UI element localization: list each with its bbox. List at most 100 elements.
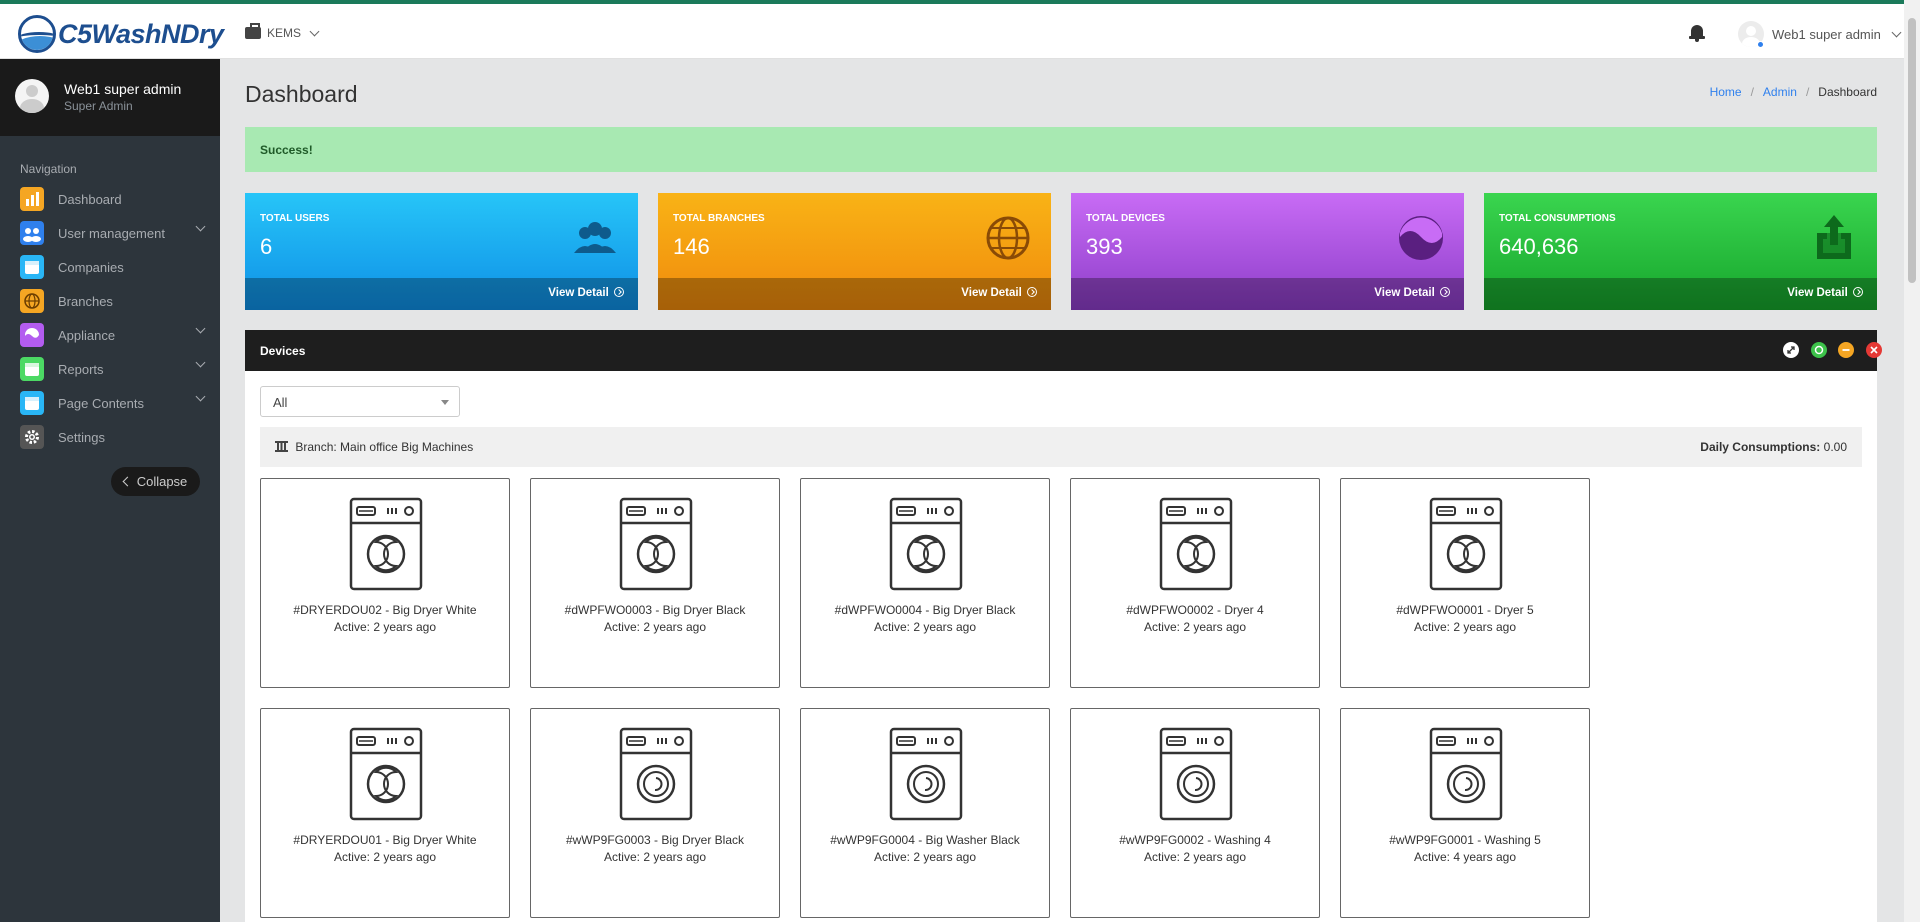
- calendar-icon: [20, 357, 44, 381]
- profile-role: Super Admin: [64, 99, 133, 113]
- view-detail-link[interactable]: View Detail: [1484, 278, 1877, 310]
- page-title: Dashboard: [245, 81, 358, 107]
- arrow-circle-icon: [614, 287, 624, 297]
- close-icon[interactable]: [1866, 342, 1882, 358]
- success-alert: Success!: [245, 127, 1877, 172]
- device-card[interactable]: #dWPFWO0003 - Big Dryer Black Active: 2 y…: [530, 478, 780, 688]
- gear-icon: [20, 425, 44, 449]
- chevron-down-icon: [1891, 27, 1902, 37]
- dryer-icon: [1159, 497, 1233, 591]
- breadcrumb-separator: /: [1750, 85, 1754, 99]
- collapse-sidebar-button[interactable]: Collapse: [111, 467, 200, 496]
- brand-logo[interactable]: C5WashNDry: [18, 15, 224, 53]
- minimize-icon[interactable]: [1838, 342, 1854, 358]
- washing-machine-icon: [1429, 727, 1503, 821]
- dryer-icon: [1429, 497, 1503, 591]
- view-detail-link[interactable]: View Detail: [1071, 278, 1464, 310]
- device-card[interactable]: #wWP9FG0001 - Washing 5 Active: 4 years a…: [1340, 708, 1590, 918]
- calendar-icon: [20, 255, 44, 279]
- device-name: #DRYERDOU01 - Big Dryer White: [293, 833, 477, 847]
- profile-name: Web1 super admin: [64, 81, 182, 97]
- device-name: #dWPFWO0001 - Dryer 5: [1396, 603, 1534, 617]
- device-active-status: Active: 2 years ago: [873, 850, 977, 864]
- device-card[interactable]: #dWPFWO0004 - Big Dryer Black Active: 2 y…: [800, 478, 1050, 688]
- dryer-icon: [619, 497, 693, 591]
- users-icon: [574, 222, 616, 253]
- device-card[interactable]: #DRYERDOU02 - Big Dryer White Active: 2 y…: [260, 478, 510, 688]
- view-detail-label: View Detail: [1787, 287, 1848, 299]
- sidebar-item-settings[interactable]: Settings: [20, 423, 206, 451]
- sidebar-item-user-management[interactable]: User management: [20, 219, 206, 247]
- stat-value: 6: [260, 234, 273, 259]
- sidebar-item-label: Dashboard: [58, 191, 122, 207]
- view-detail-link[interactable]: View Detail: [658, 278, 1051, 310]
- device-card[interactable]: #wWP9FG0004 - Big Washer Black Active: 2 …: [800, 708, 1050, 918]
- select-value: All: [273, 395, 288, 410]
- panel-title: Devices: [260, 344, 306, 358]
- stat-label: TOTAL BRANCHES: [673, 213, 765, 224]
- sidebar-item-appliance[interactable]: Appliance: [20, 321, 206, 349]
- wave-icon: [20, 323, 44, 347]
- view-detail-link[interactable]: View Detail: [245, 278, 638, 310]
- washing-machine-icon: [889, 727, 963, 821]
- sidebar-item-label: User management: [58, 225, 165, 241]
- caret-down-icon: [441, 400, 449, 405]
- stat-card-total-devices: TOTAL DEVICES 393 View Detail: [1071, 193, 1464, 310]
- breadcrumb-home[interactable]: Home: [1710, 85, 1742, 99]
- logo-icon: [18, 15, 56, 53]
- logo-text: C5WashNDry: [58, 18, 224, 49]
- stat-card-total-consumptions: TOTAL CONSUMPTIONS 640,636 View Detail: [1484, 193, 1877, 310]
- sidebar-item-branches[interactable]: Branches: [20, 287, 206, 315]
- stat-value: 146: [673, 234, 710, 259]
- sidebar-profile[interactable]: Web1 super admin Super Admin: [0, 59, 220, 136]
- washing-machine-icon: [619, 727, 693, 821]
- device-card[interactable]: #wWP9FG0003 - Big Dryer Black Active: 2 y…: [530, 708, 780, 918]
- arrow-circle-icon: [1853, 287, 1863, 297]
- sidebar-item-label: Page Contents: [58, 395, 145, 411]
- device-active-status: Active: 2 years ago: [603, 850, 707, 864]
- page-scrollbar[interactable]: [1904, 0, 1920, 922]
- device-name: #DRYERDOU02 - Big Dryer White: [293, 603, 477, 617]
- device-card[interactable]: #DRYERDOU01 - Big Dryer White Active: 2 y…: [260, 708, 510, 918]
- stat-card-total-users: TOTAL USERS 6 View Detail: [245, 193, 638, 310]
- breadcrumb-admin[interactable]: Admin: [1763, 85, 1797, 99]
- device-active-status: Active: 2 years ago: [333, 620, 437, 634]
- device-card[interactable]: #wWP9FG0002 - Washing 4 Active: 2 years a…: [1070, 708, 1320, 918]
- device-card[interactable]: #dWPFWO0001 - Dryer 5 Active: 2 years ago: [1340, 478, 1590, 688]
- stat-label: TOTAL CONSUMPTIONS: [1499, 213, 1616, 224]
- device-name: #wWP9FG0004 - Big Washer Black: [830, 833, 1020, 847]
- chevron-down-icon: [309, 26, 320, 36]
- scrollbar-thumb[interactable]: [1908, 18, 1916, 283]
- reload-icon[interactable]: [1811, 342, 1827, 358]
- view-detail-label: View Detail: [1374, 287, 1435, 299]
- sidebar-item-companies[interactable]: Companies: [20, 253, 206, 281]
- branch-label: Branch:: [295, 440, 337, 454]
- sidebar-item-dashboard[interactable]: Dashboard: [20, 185, 206, 213]
- arrow-circle-icon: [1440, 287, 1450, 297]
- globe-icon: [986, 216, 1030, 260]
- chevron-down-icon: [195, 357, 206, 368]
- branch-header: Branch: Main office Big Machines Daily C…: [260, 427, 1862, 467]
- sidebar-item-label: Appliance: [58, 327, 116, 343]
- online-status-dot: [1757, 41, 1764, 48]
- chevron-down-icon: [195, 323, 206, 334]
- chevron-down-icon: [195, 391, 206, 402]
- washing-machine-icon: [1159, 727, 1233, 821]
- users-icon: [20, 221, 44, 245]
- nav-section-title: Navigation: [20, 162, 77, 176]
- device-name: #wWP9FG0002 - Washing 4: [1119, 833, 1271, 847]
- sidebar-item-reports[interactable]: Reports: [20, 355, 206, 383]
- bell-icon[interactable]: [1689, 24, 1705, 42]
- avatar: [15, 79, 49, 113]
- wave-icon: [1399, 216, 1443, 260]
- expand-icon[interactable]: [1783, 342, 1799, 358]
- chevron-left-icon: [122, 476, 133, 487]
- device-name: #dWPFWO0003 - Big Dryer Black: [564, 603, 746, 617]
- company-dropdown[interactable]: KEMS: [245, 23, 320, 40]
- company-name: KEMS: [267, 26, 302, 40]
- branch-filter-select[interactable]: All: [260, 386, 460, 417]
- device-card[interactable]: #dWPFWO0002 - Dryer 4 Active: 2 years ago: [1070, 478, 1320, 688]
- device-active-status: Active: 2 years ago: [603, 620, 707, 634]
- sidebar-item-page-contents[interactable]: Page Contents: [20, 389, 206, 417]
- collapse-label: Collapse: [136, 474, 188, 489]
